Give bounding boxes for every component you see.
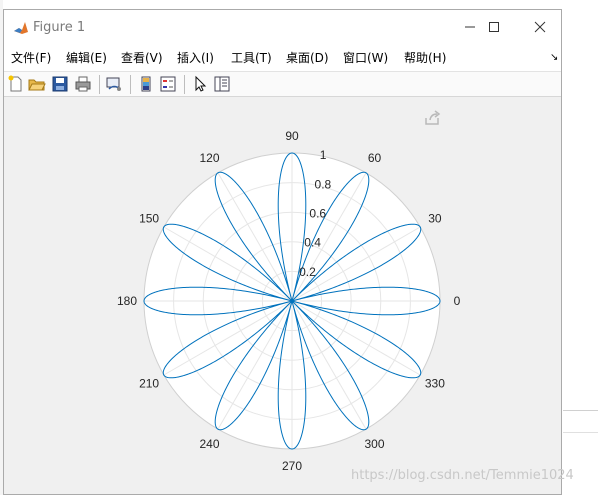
open-file-icon[interactable]	[28, 75, 46, 93]
matlab-icon	[13, 20, 29, 36]
background-desktop	[563, 0, 598, 495]
theta-tick-label: 120	[199, 151, 219, 165]
theta-tick-label: 330	[425, 377, 445, 391]
toolbar	[4, 71, 561, 97]
theta-tick-label: 270	[282, 459, 302, 473]
theta-tick-label: 180	[117, 294, 137, 308]
link-plot-icon[interactable]	[105, 75, 123, 93]
pointer-icon[interactable]	[191, 75, 209, 93]
print-icon[interactable]	[74, 75, 92, 93]
menu-help[interactable]: 帮助(H)	[404, 49, 446, 66]
theta-tick-label: 300	[364, 437, 384, 451]
theta-tick-label: 60	[368, 151, 382, 165]
menu-overflow-icon[interactable]: ↘	[550, 52, 558, 63]
theta-tick-label: 30	[428, 212, 442, 226]
background-divider	[563, 410, 598, 411]
background-divider	[563, 432, 598, 433]
figure-window: Figure 1 文件(F) 编辑(E) 查看(V) 插入(I) 工具(T) 桌…	[3, 9, 562, 495]
r-tick-label: 0.6	[309, 207, 326, 221]
menu-desktop[interactable]: 桌面(D)	[286, 49, 329, 66]
menu-file[interactable]: 文件(F)	[11, 49, 51, 66]
save-icon[interactable]	[51, 75, 69, 93]
theta-tick-label: 210	[139, 377, 159, 391]
new-figure-icon[interactable]	[7, 75, 25, 93]
maximize-button[interactable]	[471, 10, 517, 44]
watermark: https://blog.csdn.net/Temmie1024	[351, 468, 574, 483]
window-title: Figure 1	[33, 20, 86, 35]
theta-tick-label: 0	[454, 294, 461, 308]
colorbar-icon[interactable]	[137, 75, 155, 93]
menu-edit[interactable]: 编辑(E)	[66, 49, 107, 66]
menu-view[interactable]: 查看(V)	[121, 49, 163, 66]
toolbar-separator	[99, 75, 100, 94]
menu-bar: 文件(F) 编辑(E) 查看(V) 插入(I) 工具(T) 桌面(D) 窗口(W…	[4, 47, 561, 71]
menu-insert[interactable]: 插入(I)	[177, 49, 214, 66]
menu-window[interactable]: 窗口(W)	[343, 49, 388, 66]
title-bar[interactable]: Figure 1	[4, 10, 561, 47]
r-tick-label: 0.4	[304, 236, 321, 250]
toolbar-separator	[184, 75, 185, 94]
property-inspector-icon[interactable]	[213, 75, 231, 93]
theta-tick-label: 240	[199, 437, 219, 451]
theta-tick-label: 150	[139, 212, 159, 226]
legend-icon[interactable]	[159, 75, 177, 93]
polar-axes[interactable]: 0 30 60 90 120 150 180 210 240 270 300 330 0.2 0.4 0.6…	[4, 97, 561, 494]
theta-tick-label: 90	[285, 129, 299, 143]
maximize-icon	[489, 22, 499, 32]
figure-area: 0 30 60 90 120 150 180 210 240 270 300 330 0.2 0.4 0.6…	[4, 97, 561, 494]
r-tick-label: 0.8	[315, 177, 332, 191]
close-icon	[534, 21, 546, 33]
toolbar-separator	[130, 75, 131, 94]
menu-tools[interactable]: 工具(T)	[231, 49, 272, 66]
r-tick-label: 1	[320, 148, 327, 162]
close-button[interactable]	[517, 10, 563, 44]
r-tick-label: 0.2	[299, 265, 316, 279]
